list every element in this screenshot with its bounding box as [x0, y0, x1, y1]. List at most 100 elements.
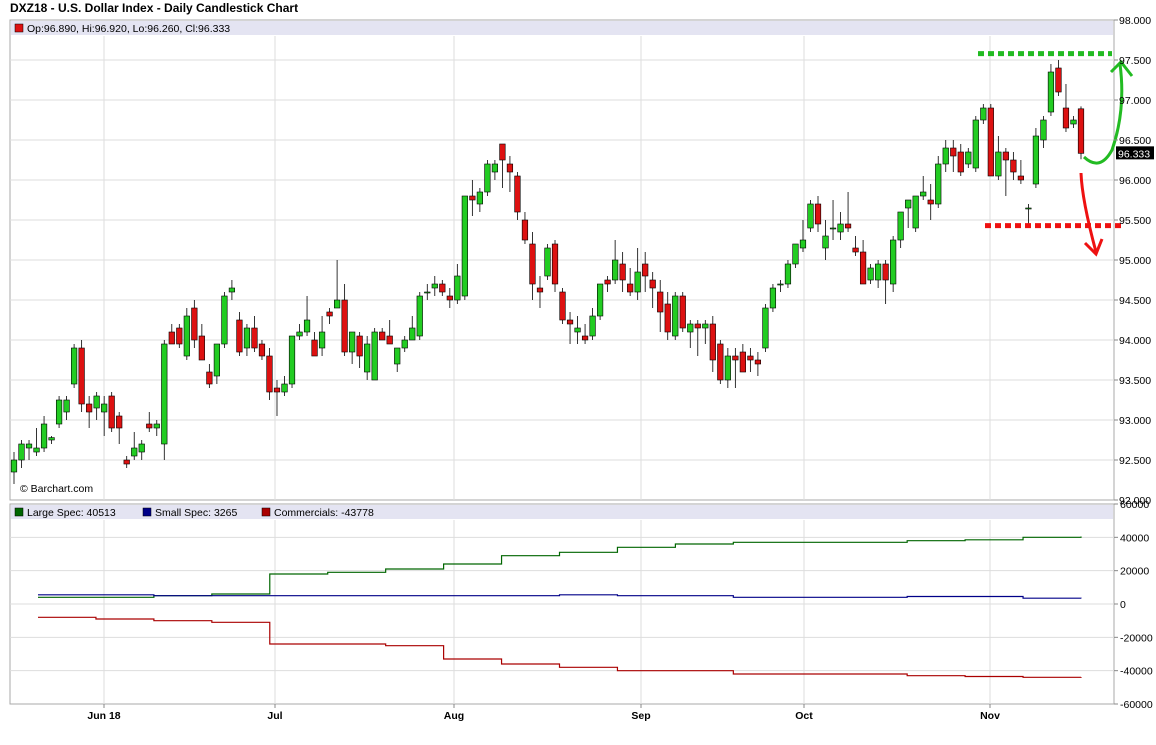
- candle-body: [747, 355, 754, 361]
- candle-body: [153, 423, 160, 429]
- candle-body: [679, 295, 686, 329]
- candle-body: [1010, 159, 1017, 173]
- candle-body: [920, 191, 927, 197]
- candle-body: [258, 343, 266, 357]
- candle-body: [86, 403, 93, 413]
- candle-body: [739, 351, 746, 373]
- candle-body: [1070, 119, 1077, 125]
- candle-body: [176, 327, 183, 345]
- cot-legend-swatch: [261, 507, 271, 517]
- candle-body: [401, 339, 408, 349]
- price-tick-label: 94.500: [1119, 295, 1151, 307]
- candle-body: [957, 151, 964, 173]
- cot-tick-label: 20000: [1120, 566, 1149, 578]
- candle-body: [273, 387, 281, 393]
- candle-body: [506, 163, 514, 173]
- x-tick-label: Aug: [444, 710, 464, 722]
- candle-body: [514, 175, 521, 213]
- candle-body: [664, 303, 671, 333]
- candle-body: [1002, 151, 1009, 161]
- candle-body: [1040, 119, 1047, 141]
- price-tick-label: 95.500: [1119, 215, 1151, 227]
- candle-body: [25, 443, 33, 449]
- price-tick-label: 93.500: [1119, 375, 1151, 387]
- candle-body: [394, 347, 401, 365]
- candle-body: [251, 327, 258, 349]
- candle-body: [311, 339, 318, 357]
- candle-body: [499, 143, 506, 161]
- candle-body: [1025, 207, 1032, 210]
- candle-body: [612, 259, 619, 281]
- cot-axis: 60000 40000 20000 0 -20000 -40000 -60000: [1114, 499, 1153, 711]
- candle-body: [604, 279, 611, 285]
- candle-body: [371, 331, 378, 381]
- candle-body: [454, 275, 461, 301]
- cot-tick-label: 60000: [1120, 499, 1149, 511]
- ohlc-legend-swatch: [14, 23, 24, 33]
- candle-body: [777, 283, 784, 286]
- candle-body: [965, 151, 972, 165]
- candle-body: [754, 359, 761, 365]
- last-price-label: 96.333: [1118, 148, 1150, 160]
- candle-body: [859, 251, 867, 285]
- price-tick-label: 92.500: [1119, 455, 1151, 467]
- candle-body: [581, 335, 589, 341]
- candle-body: [183, 315, 190, 357]
- cot-tick-label: -40000: [1120, 666, 1153, 678]
- candle-body: [972, 119, 979, 169]
- candle-body: [574, 327, 581, 333]
- candle-body: [469, 195, 476, 201]
- candle-body: [762, 307, 769, 349]
- cot-legend-swatch: [142, 507, 152, 517]
- candle-body: [844, 223, 852, 229]
- candle-body: [55, 399, 63, 425]
- candle-body: [123, 459, 130, 465]
- candle-body: [439, 283, 446, 293]
- candle-body: [709, 323, 716, 361]
- candle-body: [980, 107, 987, 121]
- candle-body: [108, 395, 115, 429]
- candle-body: [424, 291, 431, 294]
- candle-body: [416, 295, 423, 337]
- candle-body: [694, 323, 701, 329]
- candle-body: [852, 247, 859, 253]
- candle-body: [544, 247, 551, 277]
- candle-body: [1055, 67, 1062, 93]
- price-tick-label: 97.500: [1119, 55, 1151, 67]
- candle-body: [784, 263, 792, 285]
- candle-body: [116, 415, 123, 429]
- price-tick-label: 98.000: [1119, 15, 1151, 27]
- candle-body: [221, 295, 228, 345]
- cot-tick-label: 40000: [1120, 532, 1149, 544]
- candle-body: [724, 355, 731, 381]
- candle-body: [905, 199, 912, 209]
- candle-body: [138, 443, 145, 453]
- price-axis: 92.00092.50093.00093.50094.00094.50095.0…: [1114, 15, 1154, 507]
- candle-body: [882, 263, 889, 281]
- candle-body: [303, 319, 311, 333]
- x-tick-label: Jun 18: [87, 710, 120, 722]
- cot-legend-label: Commercials: -43778: [274, 507, 374, 519]
- candle-body: [386, 335, 393, 345]
- x-axis: Jun 18 Jul Aug Sep Oct Nov: [87, 704, 1000, 722]
- candle-body: [995, 151, 1002, 177]
- candle-body: [18, 443, 25, 461]
- candle-body: [912, 195, 919, 229]
- candle-body: [867, 267, 874, 281]
- candle-body: [198, 335, 205, 361]
- candle-body: [829, 227, 837, 230]
- price-tick-label: 94.000: [1119, 335, 1151, 347]
- price-tick-label: 93.000: [1119, 415, 1151, 427]
- candle-body: [529, 243, 536, 285]
- candle-body: [146, 423, 153, 429]
- candle-body: [799, 239, 807, 249]
- candle-body: [213, 343, 220, 377]
- candle-body: [822, 235, 829, 249]
- candle-body: [191, 307, 198, 341]
- candle-body: [559, 291, 566, 321]
- candle-body: [1047, 71, 1055, 113]
- price-tick-label: 95.000: [1119, 255, 1151, 267]
- candle-body: [875, 263, 882, 281]
- candle-body: [349, 331, 356, 353]
- candle-body: [890, 239, 897, 285]
